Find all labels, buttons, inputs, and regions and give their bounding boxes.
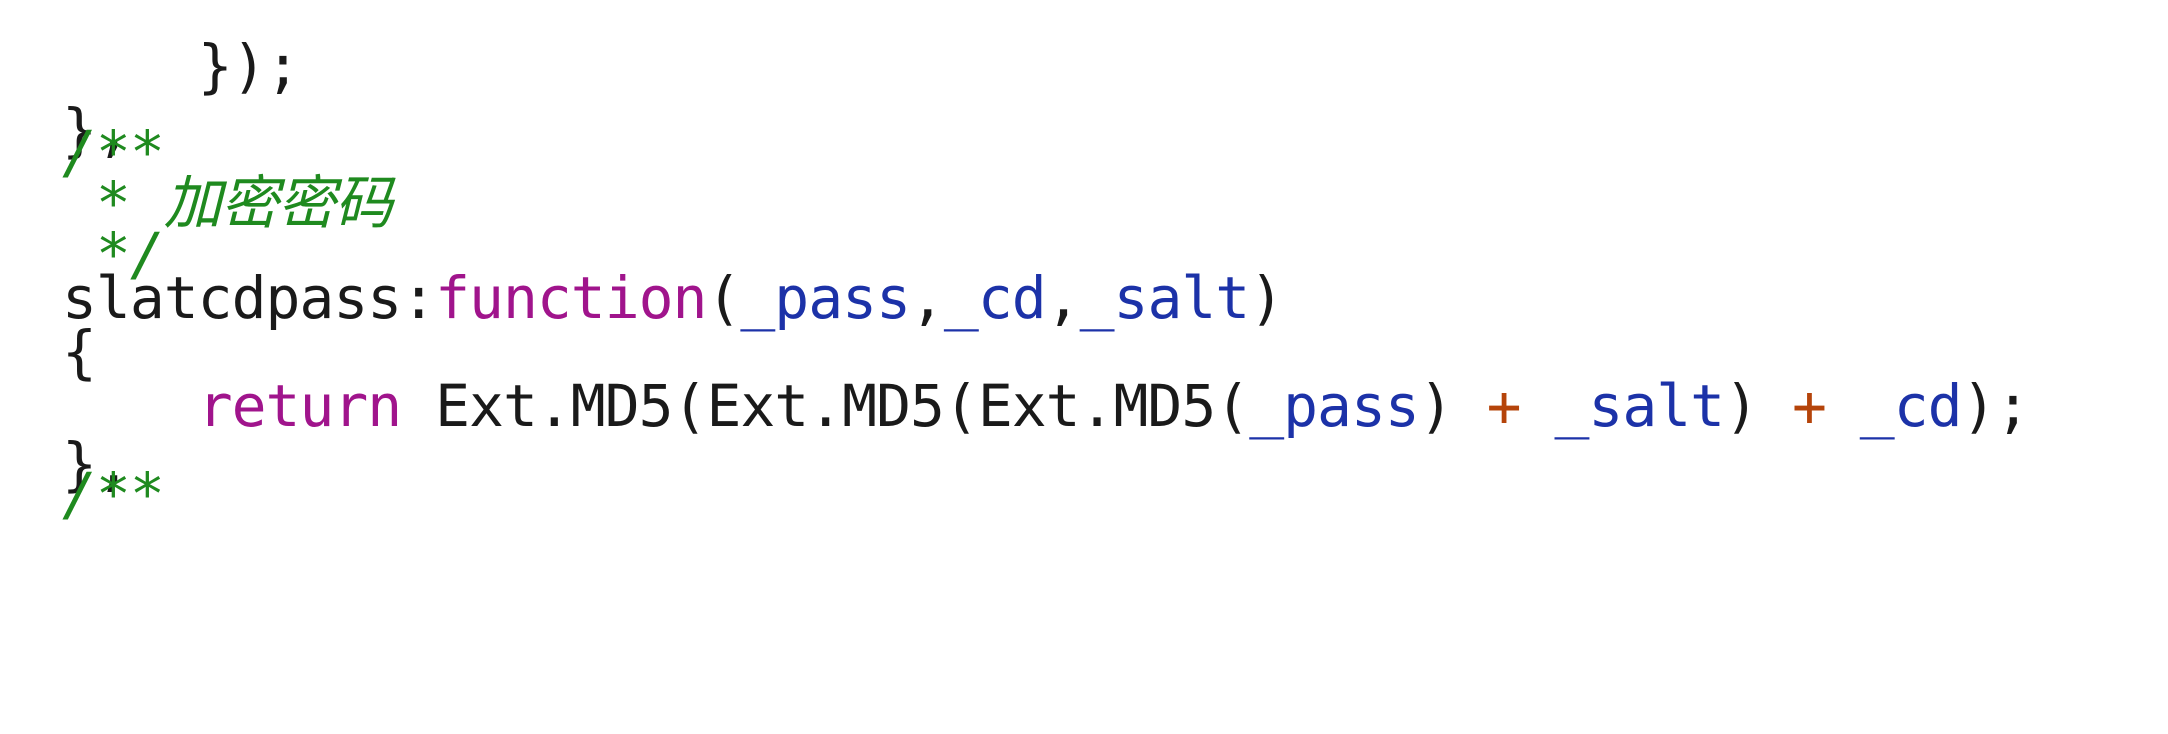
close-paren-text: ): [1724, 372, 1792, 440]
arg-salt: _salt: [1554, 372, 1725, 440]
param-cd: _cd: [943, 264, 1047, 332]
plus-operator: +: [1486, 372, 1522, 440]
code-line-10: /**: [62, 458, 165, 530]
param-pass: _pass: [740, 264, 911, 332]
code-line-6: slatcdpass:function(_pass,_cd,_salt): [62, 262, 1284, 334]
comma: ,: [1045, 264, 1081, 332]
arg-cd: _cd: [1859, 372, 1963, 440]
statement-end-text: );: [1961, 372, 2031, 440]
space-text: [1521, 372, 1555, 440]
closing-brace-text: });: [197, 32, 301, 100]
comma: ,: [910, 264, 945, 332]
md5-call-text: Ext.MD5(Ext.MD5(Ext.MD5(: [401, 372, 1250, 440]
open-paren: (: [706, 264, 741, 332]
method-name: slatcdpass:: [62, 264, 436, 332]
close-paren: ): [1249, 264, 1284, 332]
plus-operator: +: [1791, 372, 1827, 440]
close-paren-text: ): [1418, 372, 1487, 440]
param-salt: _salt: [1079, 264, 1251, 332]
return-keyword: return: [197, 372, 403, 440]
doc-comment-open: /**: [62, 460, 165, 528]
code-line-8: return Ext.MD5(Ext.MD5(Ext.MD5(_pass) + …: [62, 370, 2031, 442]
code-editor-view[interactable]: }); }, /** * 加密密码 */ slatcdpass:function…: [0, 0, 2168, 734]
code-line-1: });: [62, 30, 301, 102]
space-text: [1826, 372, 1860, 440]
function-keyword: function: [435, 264, 707, 332]
arg-pass: _pass: [1249, 372, 1420, 440]
